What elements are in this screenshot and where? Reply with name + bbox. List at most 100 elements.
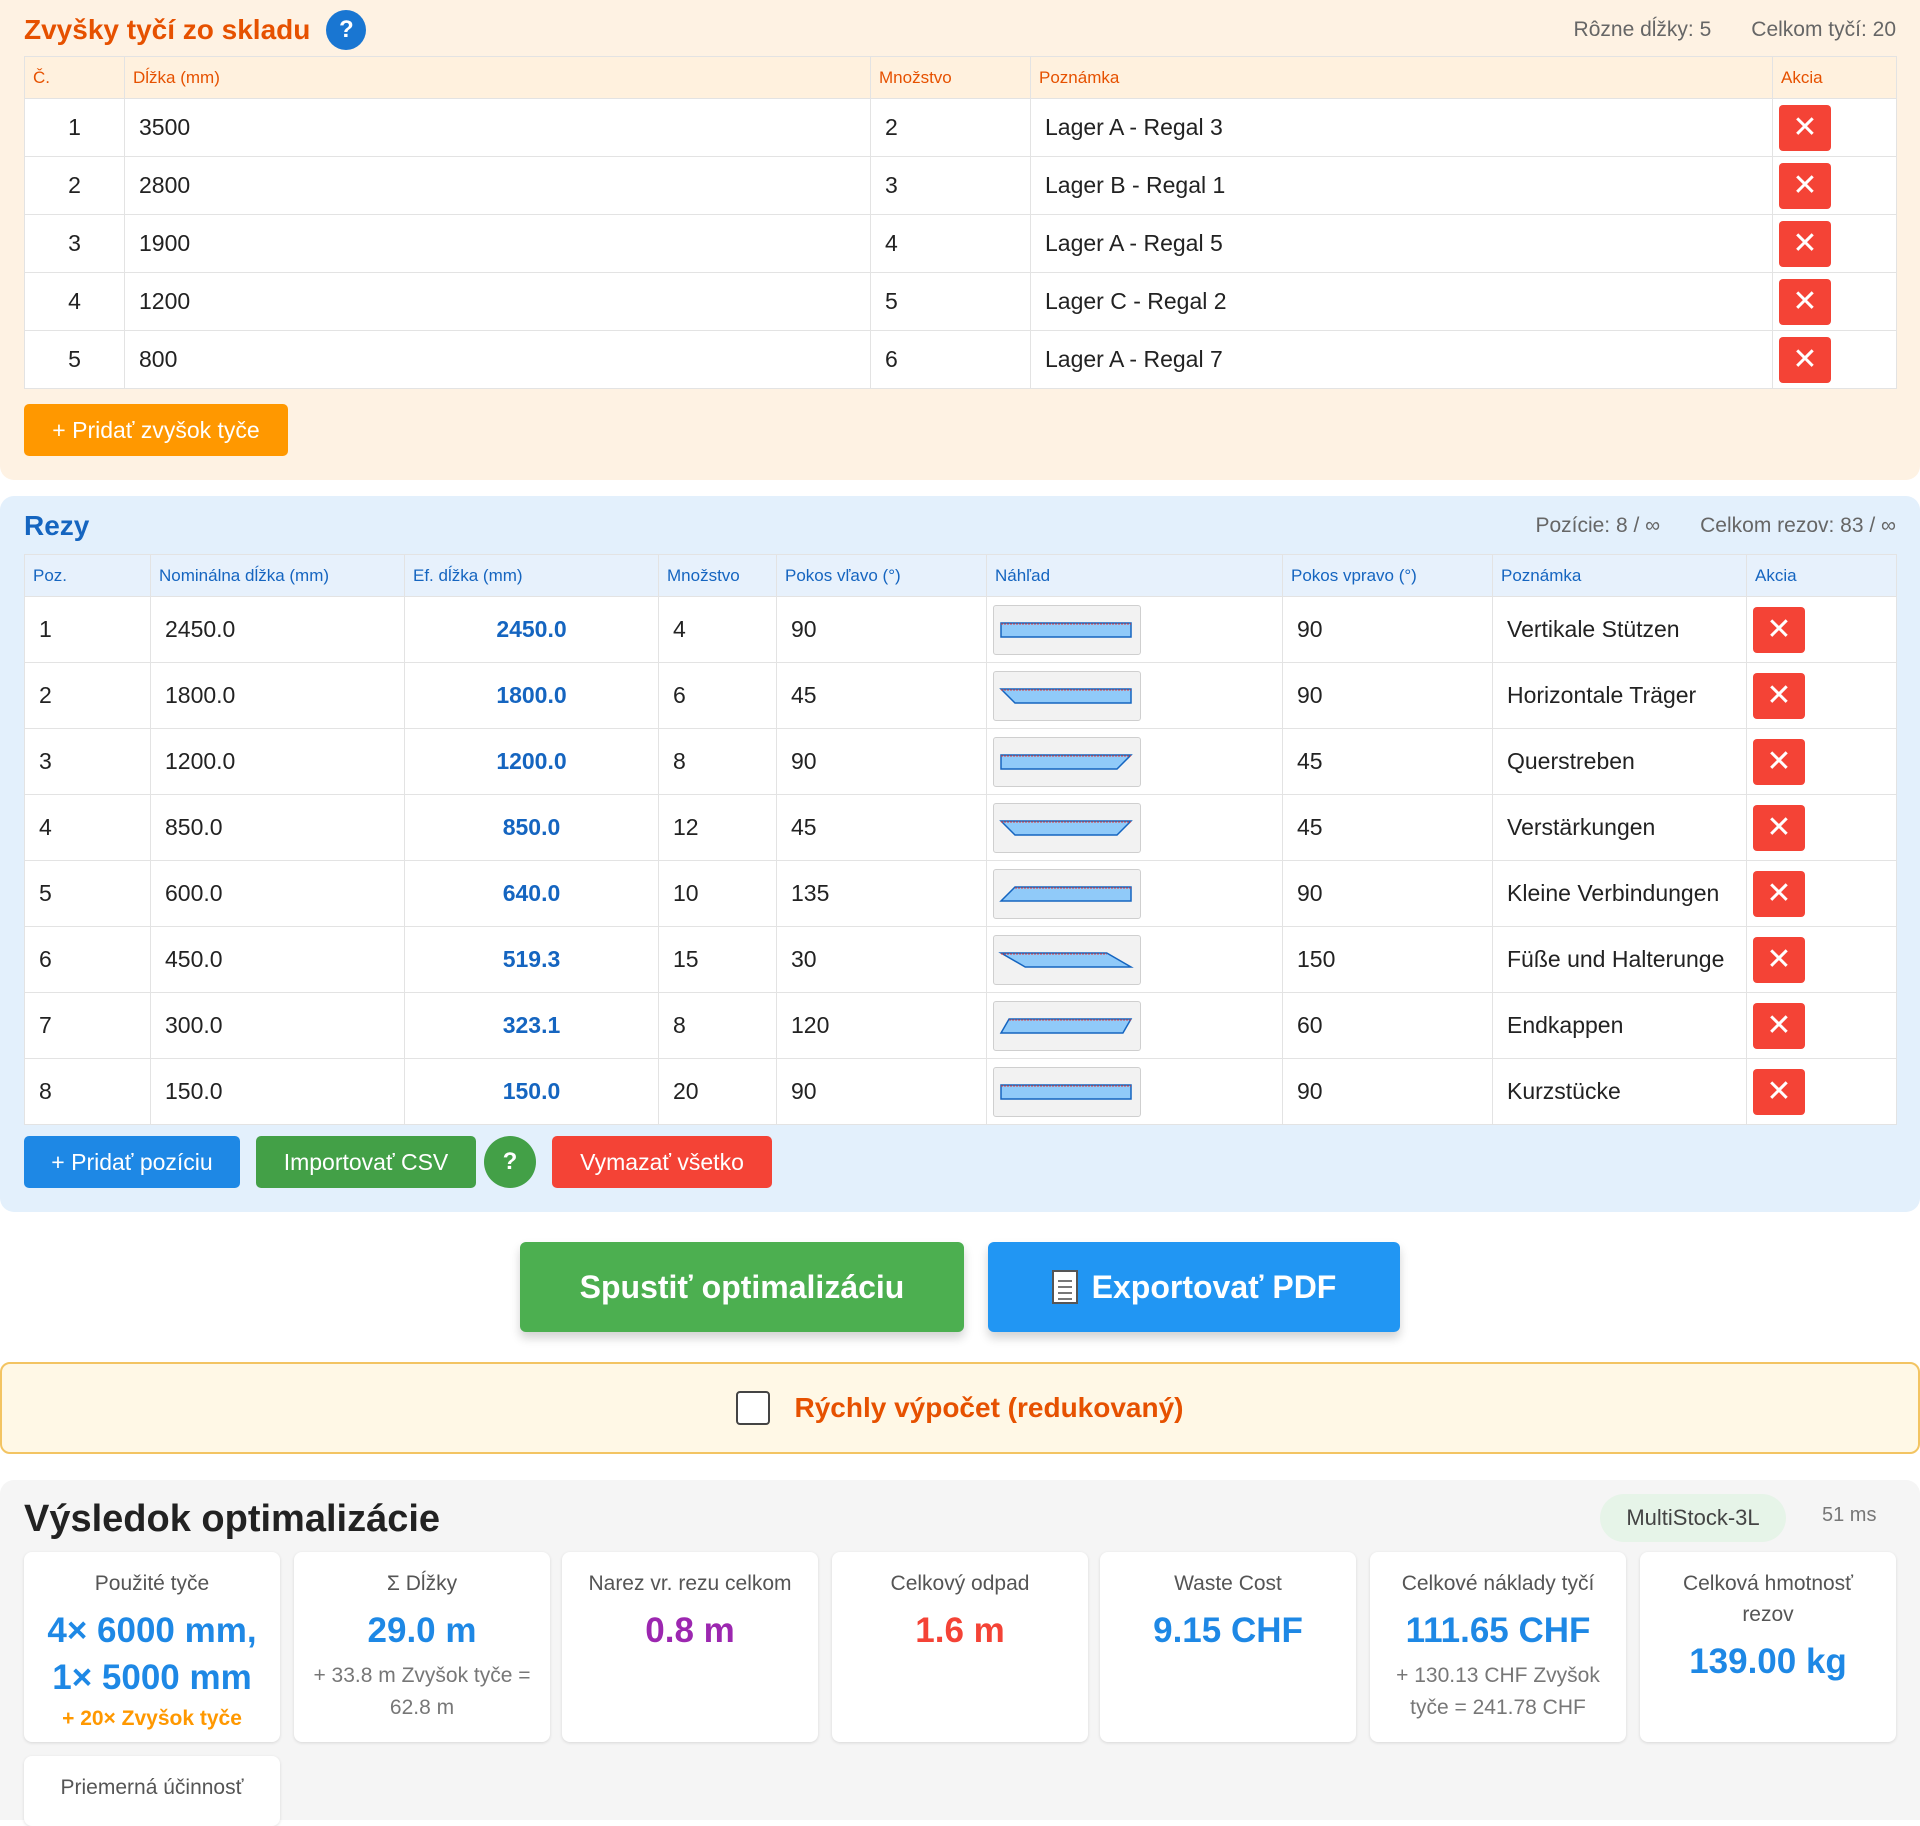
note-input[interactable]: Lager A - Regal 5: [1030, 214, 1773, 273]
clear-all-button[interactable]: Vymazať všetko: [552, 1136, 772, 1188]
miter-left-input[interactable]: 90: [776, 1058, 987, 1125]
nominal-length-input[interactable]: 1200.0: [150, 728, 405, 795]
col-preview: Náhľad: [986, 554, 1283, 597]
miter-left-input[interactable]: 30: [776, 926, 987, 993]
qty-input[interactable]: 6: [658, 662, 777, 729]
import-help-icon[interactable]: ?: [484, 1136, 536, 1188]
miter-left-input[interactable]: 90: [776, 728, 987, 795]
note-input[interactable]: Lager A - Regal 7: [1030, 330, 1773, 389]
note-input[interactable]: Kleine Verbindungen: [1492, 860, 1747, 927]
nominal-length-input[interactable]: 600.0: [150, 860, 405, 927]
col-length: Dĺžka (mm): [124, 56, 871, 99]
table-row: 3 1200.0 1200.0 8 90 45 Querstreben ✕: [24, 728, 1897, 795]
miter-right-input[interactable]: 90: [1282, 596, 1493, 663]
length-input[interactable]: 3500: [124, 98, 871, 157]
note-input[interactable]: Füße und Halterunge: [1492, 926, 1747, 993]
length-input[interactable]: 1900: [124, 214, 871, 273]
delete-button[interactable]: ✕: [1753, 606, 1805, 653]
miter-right-input[interactable]: 45: [1282, 794, 1493, 861]
effective-length: 2450.0: [404, 596, 659, 663]
qty-input[interactable]: 4: [658, 596, 777, 663]
delete-button[interactable]: ✕: [1753, 1002, 1805, 1049]
run-optimization-button[interactable]: Spustiť optimalizáciu: [520, 1242, 964, 1332]
qty-input[interactable]: 8: [658, 992, 777, 1059]
delete-button[interactable]: ✕: [1753, 738, 1805, 785]
miter-left-input[interactable]: 90: [776, 596, 987, 663]
note-input[interactable]: Kurzstücke: [1492, 1058, 1747, 1125]
miter-right-input[interactable]: 90: [1282, 662, 1493, 729]
note-input[interactable]: Verstärkungen: [1492, 794, 1747, 861]
card-total-weight: Celková hmotnosť rezov 139.00 kg: [1640, 1552, 1896, 1742]
nominal-length-input[interactable]: 150.0: [150, 1058, 405, 1125]
qty-input[interactable]: 4: [870, 214, 1031, 273]
card-label: Celková hmotnosť rezov: [1682, 1572, 1854, 1626]
delete-button[interactable]: ✕: [1753, 672, 1805, 719]
delete-button[interactable]: ✕: [1779, 162, 1831, 209]
nominal-length-input[interactable]: 850.0: [150, 794, 405, 861]
cut-preview-shape: [1000, 753, 1133, 770]
qty-input[interactable]: 2: [870, 98, 1031, 157]
cut-preview-shape: [999, 819, 1133, 836]
export-pdf-button[interactable]: Exportovať PDF: [988, 1242, 1400, 1332]
quick-calc-label[interactable]: Rýchly výpočet (redukovaný): [794, 1392, 1183, 1424]
miter-right-input[interactable]: 90: [1282, 1058, 1493, 1125]
note-input[interactable]: Horizontale Träger: [1492, 662, 1747, 729]
miter-left-input[interactable]: 120: [776, 992, 987, 1059]
export-pdf-label: Exportovať PDF: [1091, 1268, 1337, 1305]
note-input[interactable]: Vertikale Stützen: [1492, 596, 1747, 663]
miter-left-input[interactable]: 45: [776, 794, 987, 861]
miter-right-input[interactable]: 90: [1282, 860, 1493, 927]
table-row: 8 150.0 150.0 20 90 90 Kurzstücke ✕: [24, 1058, 1897, 1125]
delete-button[interactable]: ✕: [1753, 936, 1805, 983]
delete-button[interactable]: ✕: [1753, 1068, 1805, 1115]
miter-left-input[interactable]: 135: [776, 860, 987, 927]
card-avg-efficiency: Priemerná účinnosť: [24, 1756, 280, 1826]
miter-right-input[interactable]: 45: [1282, 728, 1493, 795]
note-input[interactable]: Lager C - Regal 2: [1030, 272, 1773, 331]
pos-cell: 1: [24, 596, 151, 663]
qty-input[interactable]: 5: [870, 272, 1031, 331]
nominal-length-input[interactable]: 450.0: [150, 926, 405, 993]
delete-button[interactable]: ✕: [1779, 278, 1831, 325]
cuts-title: Rezy: [24, 510, 90, 541]
delete-button[interactable]: ✕: [1753, 804, 1805, 851]
length-input[interactable]: 1200: [124, 272, 871, 331]
nominal-length-input[interactable]: 2450.0: [150, 596, 405, 663]
qty-input[interactable]: 8: [658, 728, 777, 795]
qty-input[interactable]: 3: [870, 156, 1031, 215]
add-stock-button[interactable]: + Pridať zvyšok tyče: [24, 404, 288, 456]
delete-button[interactable]: ✕: [1779, 336, 1831, 383]
qty-input[interactable]: 10: [658, 860, 777, 927]
nominal-length-input[interactable]: 300.0: [150, 992, 405, 1059]
note-input[interactable]: Querstreben: [1492, 728, 1747, 795]
cut-preview-shape: [999, 687, 1132, 704]
add-position-button[interactable]: + Pridať pozíciu: [24, 1136, 240, 1188]
delete-button[interactable]: ✕: [1779, 104, 1831, 151]
note-input[interactable]: Lager A - Regal 3: [1030, 98, 1773, 157]
nominal-length-input[interactable]: 1800.0: [150, 662, 405, 729]
close-icon: ✕: [1792, 226, 1818, 260]
quick-calc-panel: Rýchly výpočet (redukovaný): [0, 1362, 1920, 1454]
col-no: Č.: [24, 56, 125, 99]
qty-input[interactable]: 15: [658, 926, 777, 993]
col-miter-left: Pokos vľavo (°): [776, 554, 987, 597]
delete-button[interactable]: ✕: [1753, 870, 1805, 917]
table-row: 5 600.0 640.0 10 135 90 Kleine Verbindun…: [24, 860, 1897, 927]
length-input[interactable]: 2800: [124, 156, 871, 215]
miter-right-input[interactable]: 150: [1282, 926, 1493, 993]
miter-right-input[interactable]: 60: [1282, 992, 1493, 1059]
quick-calc-checkbox[interactable]: [736, 1391, 771, 1425]
miter-left-input[interactable]: 45: [776, 662, 987, 729]
delete-button[interactable]: ✕: [1779, 220, 1831, 267]
table-row: 7 300.0 323.1 8 120 60 Endkappen ✕: [24, 992, 1897, 1059]
qty-input[interactable]: 6: [870, 330, 1031, 389]
note-input[interactable]: Lager B - Regal 1: [1030, 156, 1773, 215]
qty-input[interactable]: 12: [658, 794, 777, 861]
qty-input[interactable]: 20: [658, 1058, 777, 1125]
import-csv-button[interactable]: Importovať CSV: [256, 1136, 476, 1188]
note-input[interactable]: Endkappen: [1492, 992, 1747, 1059]
algorithm-badge: MultiStock-3L: [1600, 1494, 1786, 1542]
stock-help-icon[interactable]: ?: [326, 10, 367, 50]
length-input[interactable]: 800: [124, 330, 871, 389]
table-row: 2 2800 3 Lager B - Regal 1 ✕: [24, 156, 1897, 215]
